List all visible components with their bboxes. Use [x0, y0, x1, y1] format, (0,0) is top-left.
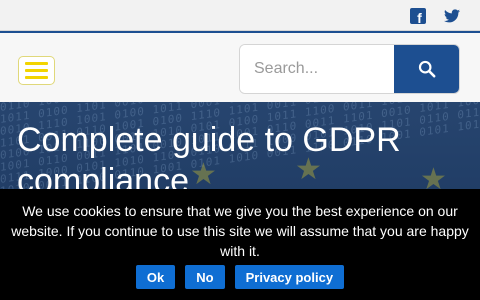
search-icon	[418, 60, 435, 78]
search-form	[240, 45, 459, 93]
hamburger-icon[interactable]	[18, 56, 55, 85]
cookie-ok-button[interactable]: Ok	[135, 265, 176, 289]
social-bar: f	[0, 0, 480, 31]
menu-bar-line	[25, 69, 48, 72]
cookie-consent-banner: We use cookies to ensure that we give yo…	[0, 189, 480, 300]
menu-bar-line	[25, 76, 48, 79]
cookie-message: We use cookies to ensure that we give yo…	[11, 203, 469, 259]
cookie-actions: Ok No Privacy policy	[0, 265, 480, 289]
twitter-icon[interactable]	[444, 8, 460, 24]
privacy-policy-button[interactable]: Privacy policy	[234, 265, 345, 289]
menu-bar-line	[25, 62, 48, 65]
cookie-no-button[interactable]: No	[185, 265, 225, 289]
site-header	[0, 31, 480, 102]
search-input[interactable]	[240, 45, 394, 93]
search-button[interactable]	[394, 45, 459, 93]
facebook-icon[interactable]: f	[410, 8, 426, 26]
